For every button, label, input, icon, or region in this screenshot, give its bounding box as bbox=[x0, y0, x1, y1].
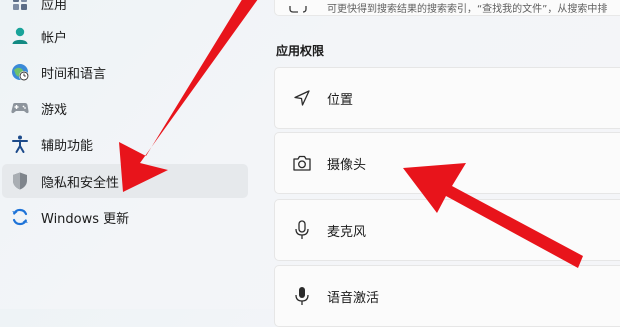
sidebar-item-accessibility[interactable]: 辅助功能 bbox=[2, 127, 248, 161]
permission-label: 麦克风 bbox=[327, 224, 367, 240]
permission-label: 语音激活 bbox=[327, 290, 380, 306]
permission-voice-activation[interactable]: 语音激活 bbox=[274, 265, 620, 327]
voice-activation-icon bbox=[291, 285, 313, 307]
sidebar-item-label: 帐户 bbox=[41, 30, 68, 46]
permission-camera[interactable]: 摄像头 bbox=[274, 132, 620, 194]
location-icon bbox=[291, 87, 313, 109]
sidebar-item-time-language[interactable]: 时间和语言 bbox=[2, 55, 248, 89]
camera-icon bbox=[291, 152, 313, 174]
sidebar-item-label: 时间和语言 bbox=[41, 66, 107, 82]
shield-icon bbox=[10, 171, 30, 191]
sidebar: 应用 帐户 时间和语言 游戏 辅助功能 隐私和安全性 Windows 更新 bbox=[0, 0, 255, 309]
search-indexing-card[interactable]: 可更快得到搜索结果的搜索索引，“查找我的文件”，从搜索中排 bbox=[274, 0, 620, 16]
search-indexing-icon bbox=[289, 0, 307, 18]
gaming-icon bbox=[10, 98, 30, 118]
permission-microphone[interactable]: 麦克风 bbox=[274, 199, 620, 261]
windows-update-icon bbox=[10, 207, 30, 227]
sidebar-item-label: 隐私和安全性 bbox=[41, 175, 120, 191]
sidebar-item-label: 辅助功能 bbox=[41, 138, 94, 154]
apps-icon bbox=[10, 0, 30, 13]
section-title: 应用权限 bbox=[276, 44, 325, 58]
search-indexing-description: 可更快得到搜索结果的搜索索引，“查找我的文件”，从搜索中排 bbox=[327, 4, 608, 15]
sidebar-item-label: Windows 更新 bbox=[41, 211, 130, 227]
permission-label: 位置 bbox=[327, 92, 354, 108]
sidebar-item-windows-update[interactable]: Windows 更新 bbox=[2, 200, 248, 234]
accessibility-icon bbox=[10, 134, 30, 154]
sidebar-item-privacy-security[interactable]: 隐私和安全性 bbox=[2, 164, 248, 198]
sidebar-item-apps[interactable]: 应用 bbox=[2, 0, 248, 20]
permission-location[interactable]: 位置 bbox=[274, 67, 620, 129]
microphone-icon bbox=[291, 219, 313, 241]
sidebar-item-account[interactable]: 帐户 bbox=[2, 19, 248, 53]
time-language-icon bbox=[10, 62, 30, 82]
sidebar-item-label: 应用 bbox=[41, 0, 68, 13]
account-icon bbox=[10, 26, 30, 46]
sidebar-item-gaming[interactable]: 游戏 bbox=[2, 91, 248, 125]
sidebar-item-label: 游戏 bbox=[41, 102, 68, 118]
permission-label: 摄像头 bbox=[327, 157, 367, 173]
